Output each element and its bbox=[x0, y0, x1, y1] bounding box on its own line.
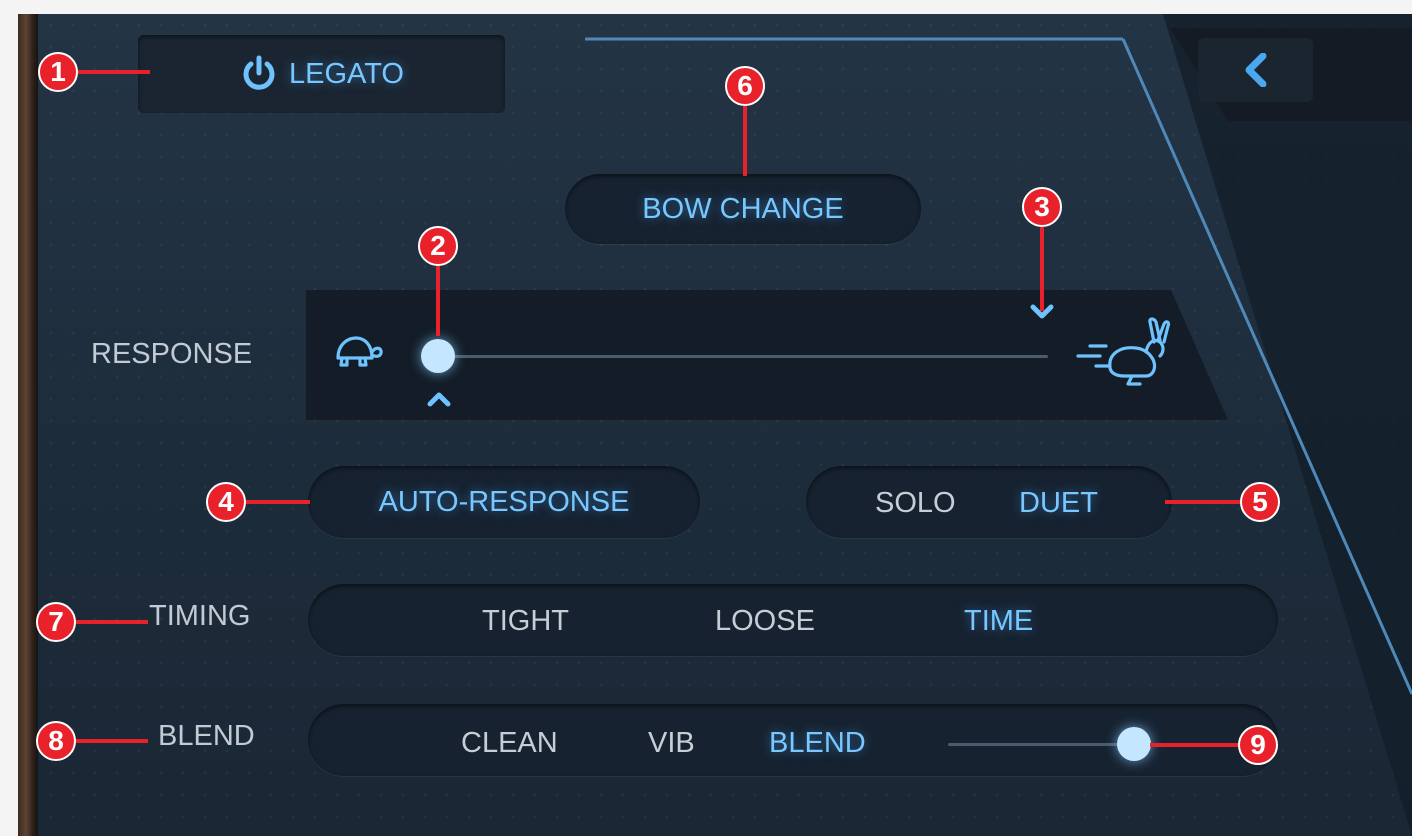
callout-8: 8 bbox=[36, 721, 76, 761]
articulation-panel: LEGATO BOW CHANGE RESPONSE AUTO-RESPONSE… bbox=[18, 14, 1412, 836]
turtle-icon bbox=[332, 332, 384, 372]
callout-7: 7 bbox=[36, 602, 76, 642]
timing-label: TIMING bbox=[149, 600, 251, 632]
power-icon bbox=[239, 54, 279, 94]
back-button[interactable] bbox=[1198, 38, 1313, 102]
callout-line-9 bbox=[1150, 743, 1240, 747]
chevron-left-icon bbox=[1243, 52, 1269, 88]
bow-change-button[interactable]: BOW CHANGE bbox=[565, 174, 921, 244]
mode-option-solo[interactable]: SOLO bbox=[875, 489, 956, 518]
timing-option-tight[interactable]: TIGHT bbox=[482, 607, 569, 636]
response-slider-thumb[interactable] bbox=[421, 339, 455, 373]
callout-5: 5 bbox=[1240, 482, 1280, 522]
auto-response-button[interactable]: AUTO-RESPONSE bbox=[308, 466, 700, 538]
blend-amount-thumb[interactable] bbox=[1117, 727, 1151, 761]
legato-label: LEGATO bbox=[289, 57, 404, 90]
mode-option-duet[interactable]: DUET bbox=[1019, 489, 1098, 518]
callout-line-2 bbox=[436, 266, 440, 336]
bow-change-label: BOW CHANGE bbox=[642, 192, 844, 225]
timing-option-time[interactable]: TIME bbox=[964, 607, 1033, 636]
callout-2: 2 bbox=[418, 226, 458, 266]
callout-6: 6 bbox=[725, 66, 765, 106]
callout-line-5 bbox=[1165, 500, 1245, 504]
blend-option-clean[interactable]: CLEAN bbox=[461, 729, 558, 758]
callout-9: 9 bbox=[1238, 725, 1278, 765]
blend-option-blend[interactable]: BLEND bbox=[769, 729, 866, 758]
chevron-up-icon[interactable] bbox=[426, 389, 452, 409]
rabbit-icon bbox=[1076, 316, 1182, 386]
callout-3: 3 bbox=[1022, 187, 1062, 227]
timing-option-loose[interactable]: LOOSE bbox=[715, 607, 815, 636]
callout-line-3 bbox=[1040, 227, 1044, 311]
response-track[interactable] bbox=[438, 355, 1048, 358]
blend-option-vib[interactable]: VIB bbox=[648, 729, 695, 758]
response-label: RESPONSE bbox=[91, 338, 253, 370]
mode-toggle bbox=[806, 466, 1172, 538]
callout-line-6 bbox=[743, 106, 747, 176]
auto-response-label: AUTO-RESPONSE bbox=[378, 485, 630, 518]
legato-button[interactable]: LEGATO bbox=[138, 35, 505, 113]
blend-label: BLEND bbox=[158, 720, 255, 752]
callout-1: 1 bbox=[38, 52, 78, 92]
callout-line-4 bbox=[246, 500, 310, 504]
wood-edge bbox=[18, 14, 38, 836]
blend-amount-track[interactable] bbox=[948, 743, 1134, 746]
callout-4: 4 bbox=[206, 482, 246, 522]
